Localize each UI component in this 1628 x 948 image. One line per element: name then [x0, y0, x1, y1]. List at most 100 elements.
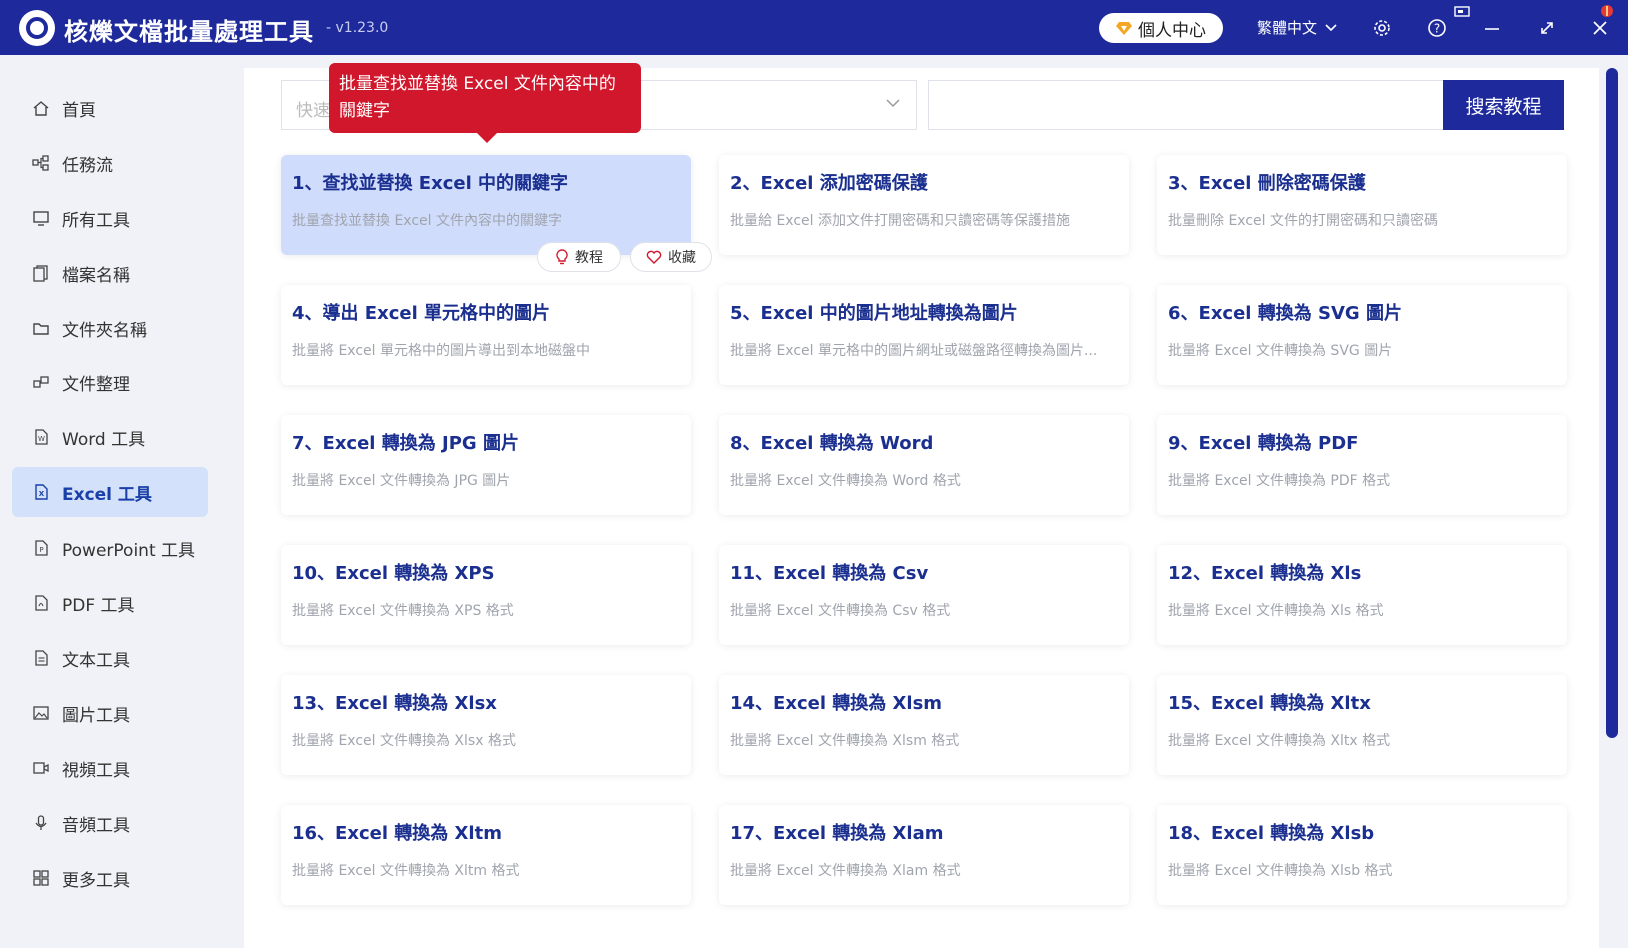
tool-card[interactable]: 5、Excel 中的圖片地址轉換為圖片 批量將 Excel 單元格中的圖片網址或磁…	[719, 285, 1129, 385]
tutorial-button[interactable]: 教程	[537, 242, 621, 272]
tool-card[interactable]: 11、Excel 轉換為 Csv 批量將 Excel 文件轉換為 Csv 格式	[719, 545, 1129, 645]
close-icon[interactable]	[1588, 16, 1612, 40]
sidebar-item-label: Word 工具	[62, 429, 146, 450]
sidebar-item[interactable]: 所有工具	[12, 193, 208, 243]
gift-icon[interactable]	[1600, 4, 1614, 18]
tool-card[interactable]: 16、Excel 轉換為 Xltm 批量將 Excel 文件轉換為 Xltm 格式	[281, 805, 691, 905]
tool-card[interactable]: 14、Excel 轉換為 Xlsm 批量將 Excel 文件轉換為 Xlsm 格式	[719, 675, 1129, 775]
language-select[interactable]: 繁體中文	[1257, 17, 1337, 38]
sidebar-item[interactable]: 文件整理	[12, 357, 208, 407]
tool-card-title: 8、Excel 轉換為 Word	[730, 433, 934, 454]
sidebar-item[interactable]: W Word 工具	[12, 412, 208, 462]
sidebar-item[interactable]: 任務流	[12, 138, 208, 188]
tool-card-title: 1、查找並替換 Excel 中的關鍵字	[292, 173, 569, 194]
app-title: 核爍文檔批量處理工具	[64, 18, 314, 46]
card-tooltip: 批量查找並替換 Excel 文件內容中的關鍵字	[329, 63, 641, 143]
minimize-icon[interactable]	[1480, 16, 1504, 40]
tool-card-title: 2、Excel 添加密碼保護	[730, 173, 928, 194]
tool-card[interactable]: 9、Excel 轉換為 PDF 批量將 Excel 文件轉換為 PDF 格式	[1157, 415, 1567, 515]
microphone-icon	[32, 814, 50, 832]
user-center-button[interactable]: 個人中心	[1099, 13, 1223, 43]
tool-card-title: 9、Excel 轉換為 PDF	[1168, 433, 1359, 454]
favorite-button-label: 收藏	[668, 250, 696, 266]
tool-card[interactable]: 7、Excel 轉換為 JPG 圖片 批量將 Excel 文件轉換為 JPG 圖片	[281, 415, 691, 515]
monitor-icon	[32, 209, 50, 227]
app-logo-icon	[19, 10, 55, 46]
sidebar-item[interactable]: 音頻工具	[12, 798, 208, 848]
title-bar: 核爍文檔批量處理工具 - v1.23.0 個人中心 繁體中文 ?	[0, 0, 1628, 55]
tool-card[interactable]: 12、Excel 轉換為 Xls 批量將 Excel 文件轉換為 Xls 格式	[1157, 545, 1567, 645]
favorite-button[interactable]: 收藏	[630, 242, 712, 272]
chevron-down-icon	[1325, 23, 1337, 31]
sidebar-item-label: 任務流	[62, 155, 113, 176]
sidebar-item-label: PowerPoint 工具	[62, 540, 196, 561]
sidebar-item[interactable]: X Excel 工具	[12, 467, 208, 517]
tool-card[interactable]: 4、導出 Excel 單元格中的圖片 批量將 Excel 單元格中的圖片導出到本地…	[281, 285, 691, 385]
settings-gear-icon[interactable]	[1370, 16, 1394, 40]
diamond-icon	[1116, 22, 1132, 35]
tool-card-title: 16、Excel 轉換為 Xltm	[292, 823, 502, 844]
sidebar-item-label: PDF 工具	[62, 595, 135, 616]
screen-icon[interactable]	[1453, 4, 1471, 20]
search-tutorial-button[interactable]: 搜索教程	[1443, 80, 1564, 130]
scrollbar[interactable]	[1606, 68, 1618, 738]
user-center-label: 個人中心	[1138, 20, 1206, 41]
tool-card[interactable]: 2、Excel 添加密碼保護 批量給 Excel 添加文件打開密碼和只讀密碼等保護…	[719, 155, 1129, 255]
sidebar-item[interactable]: 文件夾名稱	[12, 303, 208, 353]
folder-icon	[32, 319, 50, 337]
tool-card-description: 批量將 Excel 文件轉換為 Xlsx 格式	[292, 733, 516, 749]
sidebar-item[interactable]: 文本工具	[12, 633, 208, 683]
tool-card-title: 13、Excel 轉換為 Xlsx	[292, 693, 497, 714]
svg-text:P: P	[39, 546, 43, 554]
tool-card-title: 5、Excel 中的圖片地址轉換為圖片	[730, 303, 1018, 324]
tool-card[interactable]: 15、Excel 轉換為 Xltx 批量將 Excel 文件轉換為 Xltx 格式	[1157, 675, 1567, 775]
tool-card[interactable]: 1、查找並替換 Excel 中的關鍵字 批量查找並替換 Excel 文件內容中的關…	[281, 155, 712, 272]
tool-card-description: 批量將 Excel 文件轉換為 SVG 圖片	[1168, 343, 1393, 359]
tool-card[interactable]: 3、Excel 刪除密碼保護 批量刪除 Excel 文件的打開密碼和只讀密碼	[1157, 155, 1567, 255]
tool-card[interactable]: 10、Excel 轉換為 XPS 批量將 Excel 文件轉換為 XPS 格式	[281, 545, 691, 645]
tool-card-title: 15、Excel 轉換為 Xltx	[1168, 693, 1371, 714]
sidebar-item-label: 視頻工具	[62, 760, 130, 781]
sidebar-item-label: 文件整理	[62, 374, 130, 395]
sidebar-item-label: 音頻工具	[62, 815, 130, 836]
tool-card-description: 批量將 Excel 文件轉換為 Word 格式	[730, 473, 961, 489]
sidebar-item[interactable]: PDF 工具	[12, 578, 208, 628]
tool-card-title: 4、導出 Excel 單元格中的圖片	[292, 303, 551, 324]
sidebar-item-label: 圖片工具	[62, 705, 130, 726]
sidebar-item-label: 所有工具	[62, 210, 130, 231]
app-version: - v1.23.0	[326, 20, 389, 36]
tool-card[interactable]: 13、Excel 轉換為 Xlsx 批量將 Excel 文件轉換為 Xlsx 格式	[281, 675, 691, 775]
tool-card[interactable]: 8、Excel 轉換為 Word 批量將 Excel 文件轉換為 Word 格式	[719, 415, 1129, 515]
tool-card[interactable]: 6、Excel 轉換為 SVG 圖片批量將 Excel 文件轉換為 SVG 圖片	[1157, 285, 1567, 385]
home-icon	[32, 99, 50, 117]
language-label: 繁體中文	[1257, 19, 1318, 37]
tool-card[interactable]: 18、Excel 轉換為 Xlsb 批量將 Excel 文件轉換為 Xlsb 格式	[1157, 805, 1567, 905]
sidebar-item[interactable]: 圖片工具	[12, 688, 208, 738]
image-icon	[32, 704, 50, 722]
tool-card-description: 批量將 Excel 文件轉換為 PDF 格式	[1168, 473, 1391, 489]
tool-card-description: 批量將 Excel 文件轉換為 Xlsm 格式	[730, 733, 960, 749]
organize-icon	[32, 373, 50, 391]
sidebar-item[interactable]: 首頁	[12, 83, 208, 133]
tool-card-description: 批量將 Excel 文件轉換為 Xls 格式	[1168, 603, 1384, 619]
tool-card-title: 6、Excel 轉換為 SVG 圖片	[1168, 303, 1402, 324]
help-icon[interactable]: ?	[1425, 16, 1449, 40]
sidebar-item-label: 文本工具	[62, 650, 130, 671]
video-icon	[32, 759, 50, 777]
text-file-icon	[32, 649, 50, 667]
maximize-icon[interactable]	[1535, 16, 1559, 40]
sidebar-item[interactable]: 更多工具	[12, 853, 208, 903]
chevron-down-icon	[886, 99, 900, 108]
tool-card[interactable]: 17、Excel 轉換為 Xlam 批量將 Excel 文件轉換為 Xlam 格式	[719, 805, 1129, 905]
excel-file-icon: X	[32, 483, 50, 501]
sidebar-item-label: Excel 工具	[62, 484, 152, 505]
sidebar-item[interactable]: 檔案名稱	[12, 248, 208, 298]
sidebar-item-label: 文件夾名稱	[62, 320, 147, 341]
tool-search-placeholder: 快速	[296, 101, 330, 121]
tutorial-button-label: 教程	[575, 250, 603, 266]
svg-text:W: W	[38, 435, 45, 443]
sidebar-item[interactable]: 視頻工具	[12, 743, 208, 793]
tool-card-description: 批量將 Excel 文件轉換為 Xlsb 格式	[1168, 863, 1393, 879]
sidebar-item[interactable]: P PowerPoint 工具	[12, 523, 208, 573]
tutorial-search-input[interactable]	[928, 80, 1445, 130]
